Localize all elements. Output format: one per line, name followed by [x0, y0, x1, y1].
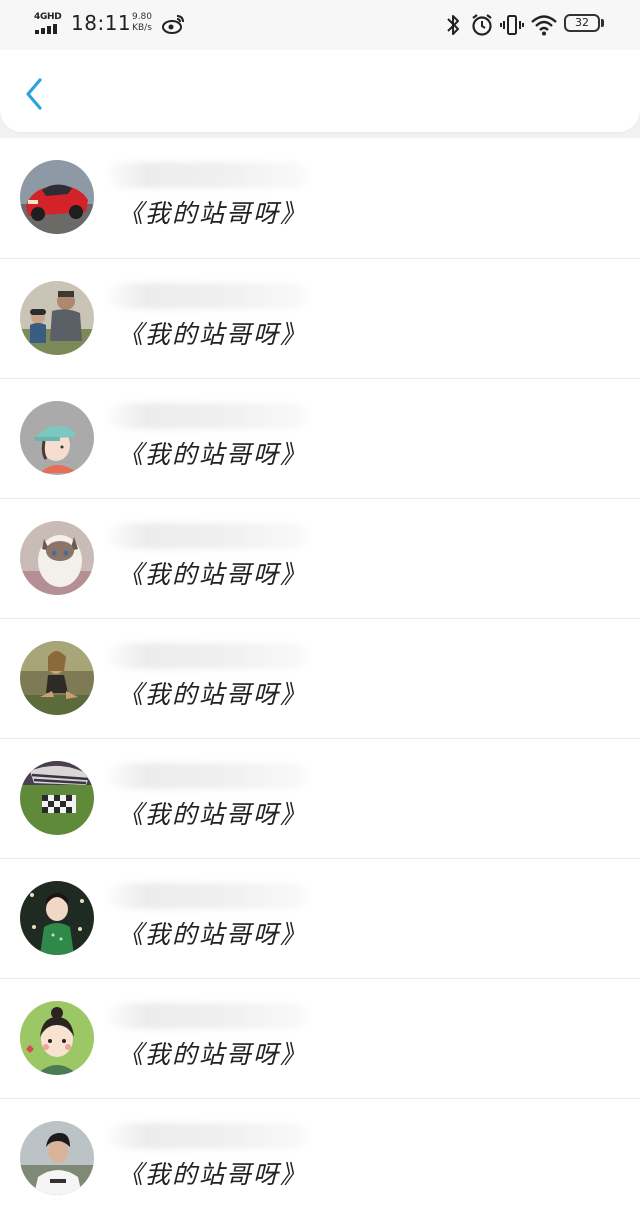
- list-item[interactable]: 《我的站哥呀》: [0, 378, 640, 498]
- clock: 18:11: [71, 11, 132, 35]
- item-subtitle: 《我的站哥呀》: [118, 440, 308, 469]
- network-type: 4GHD: [34, 12, 62, 22]
- avatar[interactable]: [20, 281, 94, 355]
- item-subtitle: 《我的站哥呀》: [118, 199, 308, 228]
- avatar[interactable]: [20, 641, 94, 715]
- list-item[interactable]: 《我的站哥呀》: [0, 258, 640, 378]
- item-subtitle: 《我的站哥呀》: [118, 1160, 308, 1189]
- battery-icon: 32: [564, 14, 606, 34]
- username-blurred: [108, 283, 308, 309]
- signal-icon: 4GHD: [34, 12, 64, 36]
- bluetooth-icon: [447, 15, 459, 35]
- item-subtitle: 《我的站哥呀》: [118, 800, 308, 829]
- item-subtitle: 《我的站哥呀》: [118, 920, 308, 949]
- speed-value: 9.80: [131, 12, 153, 22]
- vibrate-icon: [500, 15, 524, 35]
- list-item[interactable]: 《我的站哥呀》: [0, 138, 640, 258]
- list-item[interactable]: 《我的站哥呀》: [0, 498, 640, 618]
- avatar[interactable]: [20, 761, 94, 835]
- status-bar: 4GHD 18:11 9.80 KB/s 32: [0, 0, 640, 50]
- avatar[interactable]: [20, 401, 94, 475]
- item-subtitle: 《我的站哥呀》: [118, 1040, 308, 1069]
- username-blurred: [108, 403, 308, 429]
- username-blurred: [108, 643, 308, 669]
- item-subtitle: 《我的站哥呀》: [118, 560, 308, 589]
- avatar[interactable]: [20, 1001, 94, 1075]
- username-blurred: [108, 1123, 308, 1149]
- alarm-icon: [472, 14, 492, 36]
- avatar[interactable]: [20, 1121, 94, 1195]
- network-speed: 9.80 KB/s: [129, 12, 155, 34]
- list-item[interactable]: 《我的站哥呀》: [0, 618, 640, 738]
- weibo-icon: [162, 15, 184, 34]
- username-blurred: [108, 1003, 308, 1029]
- list-item[interactable]: 《我的站哥呀》: [0, 1098, 640, 1218]
- speed-unit: KB/s: [132, 23, 152, 33]
- battery-level: 32: [575, 16, 589, 29]
- item-subtitle: 《我的站哥呀》: [118, 680, 308, 709]
- list-item[interactable]: 《我的站哥呀》: [0, 738, 640, 858]
- top-navigation-bar: [0, 50, 640, 132]
- username-blurred: [108, 523, 308, 549]
- chevron-left-icon: [26, 78, 42, 110]
- avatar[interactable]: [20, 881, 94, 955]
- list-item[interactable]: 《我的站哥呀》: [0, 858, 640, 978]
- username-blurred: [108, 883, 308, 909]
- item-subtitle: 《我的站哥呀》: [118, 320, 308, 349]
- back-button[interactable]: [14, 70, 54, 118]
- username-blurred: [108, 763, 308, 789]
- avatar[interactable]: [20, 160, 94, 234]
- avatar[interactable]: [20, 521, 94, 595]
- wifi-icon: [531, 15, 557, 36]
- user-list: 《我的站哥呀》 《我的站哥呀》 《我的站哥呀》 《我的站哥呀》 《我的站哥呀》 …: [0, 138, 640, 1218]
- username-blurred: [108, 162, 308, 188]
- list-item[interactable]: 《我的站哥呀》: [0, 978, 640, 1098]
